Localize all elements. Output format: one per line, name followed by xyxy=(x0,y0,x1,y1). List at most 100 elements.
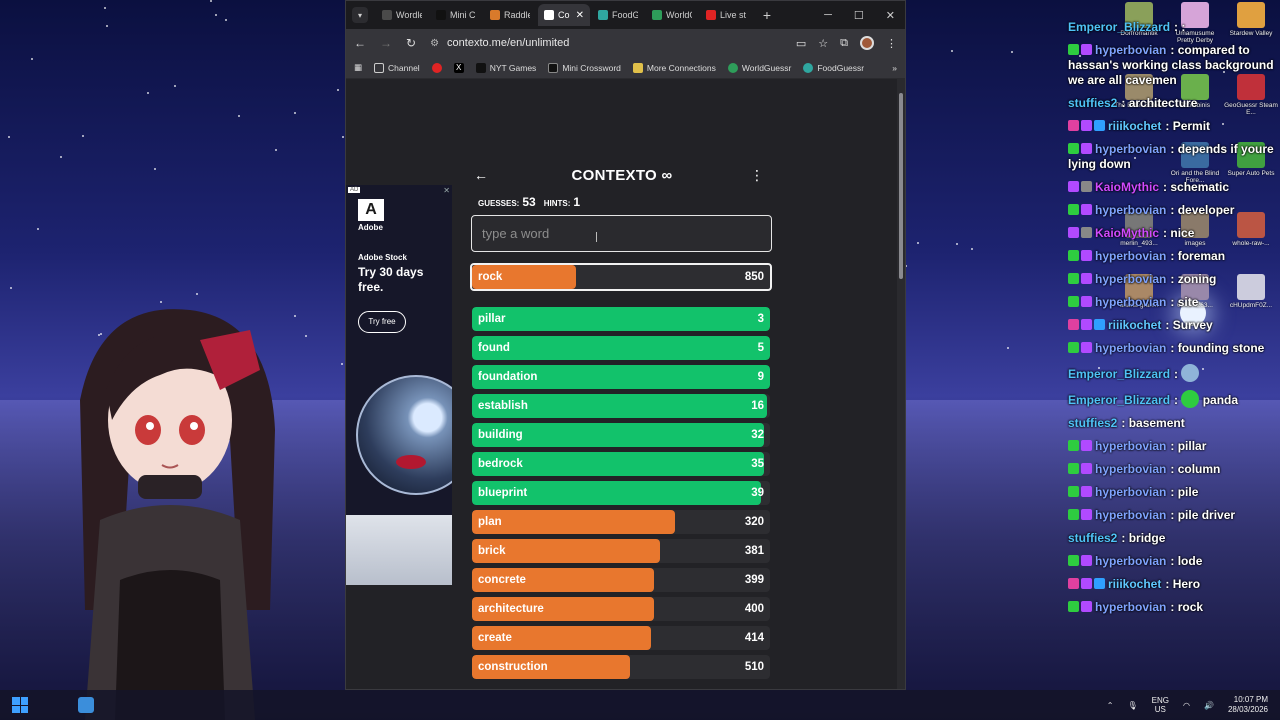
guess-word: establish xyxy=(478,400,528,412)
word-input[interactable] xyxy=(482,226,761,241)
chat-username[interactable]: KaioMythic xyxy=(1095,180,1159,194)
browser-tab[interactable]: FoodG xyxy=(592,4,644,26)
chat-username[interactable]: hyperbovian xyxy=(1095,485,1166,499)
game-stats: GUESSES: 53 HINTS: 1 xyxy=(478,195,580,209)
browser-tab[interactable]: Live st xyxy=(700,4,752,26)
windows-start-icon[interactable] xyxy=(12,697,28,713)
more-bookmarks-icon[interactable]: » xyxy=(892,63,897,73)
badge-icon xyxy=(1081,601,1092,612)
bookmark-label: Mini Crossword xyxy=(562,62,621,73)
chat-username[interactable]: hyperbovian xyxy=(1095,203,1166,217)
badge-icon xyxy=(1068,578,1079,589)
chat-username[interactable]: riiikochet xyxy=(1108,318,1161,332)
close-tab-icon[interactable]: ✕ xyxy=(576,10,584,21)
adobe-ad[interactable]: AD ✕ A Adobe Adobe Stock Try 30 days fre… xyxy=(346,185,452,585)
bookmark-item[interactable]: More Connections xyxy=(632,62,716,73)
chat-username[interactable]: hyperbovian xyxy=(1095,295,1166,309)
chat-message: hyperbovian: rock xyxy=(1068,600,1278,615)
browser-tab-active[interactable]: Co ✕ xyxy=(538,4,590,26)
ad-close-icon[interactable]: ✕ xyxy=(443,186,450,195)
page-scrollbar[interactable] xyxy=(897,79,905,689)
bookmark-star-icon[interactable]: ☆ xyxy=(818,37,828,50)
chat-username[interactable]: Emperor_Blizzard xyxy=(1068,367,1170,381)
guess-row: foundation 9 xyxy=(472,365,770,389)
star xyxy=(104,7,106,9)
star xyxy=(225,19,227,21)
guess-word: building xyxy=(478,429,523,441)
chat-username[interactable]: hyperbovian xyxy=(1095,341,1166,355)
game-menu-icon[interactable]: ⋮ xyxy=(750,167,764,184)
chat-username[interactable]: hyperbovian xyxy=(1095,508,1166,522)
close-window-icon[interactable]: ✕ xyxy=(886,9,895,22)
chat-username[interactable]: Emperor_Blizzard xyxy=(1068,20,1170,34)
ad-try-free-button[interactable]: Try free xyxy=(358,311,406,333)
chat-username[interactable]: hyperbovian xyxy=(1095,272,1166,286)
language-indicator[interactable]: ENG US xyxy=(1152,696,1169,714)
chat-username[interactable]: hyperbovian xyxy=(1095,142,1166,156)
chat-username[interactable]: stuffies2 xyxy=(1068,96,1117,110)
maximize-icon[interactable]: ☐ xyxy=(854,9,864,22)
chat-text: rock xyxy=(1177,600,1204,614)
chat-username[interactable]: hyperbovian xyxy=(1095,600,1166,614)
chat-message: hyperbovian: pillar xyxy=(1068,439,1278,454)
badge-icon xyxy=(1081,143,1092,154)
site-info-icon[interactable]: ⚙ xyxy=(430,38,439,49)
volume-icon[interactable]: 🔊 xyxy=(1204,701,1214,710)
chat-username[interactable]: KaioMythic xyxy=(1095,226,1159,240)
bookmark-item[interactable]: NYT Games xyxy=(475,62,536,73)
cast-icon[interactable]: ▭ xyxy=(796,37,806,50)
browser-menu-icon[interactable]: ⋮ xyxy=(886,37,897,50)
chat-username[interactable]: hyperbovian xyxy=(1095,249,1166,263)
browser-tab[interactable]: Mini C xyxy=(430,4,482,26)
browser-tab[interactable]: Raddle xyxy=(484,4,536,26)
bookmark-item[interactable]: Channel xyxy=(374,62,420,73)
browser-tab[interactable]: WorldG xyxy=(646,4,698,26)
guess-row: blueprint 39 xyxy=(472,481,770,505)
chat-username[interactable]: hyperbovian xyxy=(1095,462,1166,476)
bookmark-item[interactable] xyxy=(431,62,442,73)
extensions-icon[interactable]: ⧉ xyxy=(840,37,848,50)
minimize-icon[interactable]: ─ xyxy=(824,9,832,22)
chat-text: basement xyxy=(1128,416,1185,430)
bookmark-item[interactable]: Mini Crossword xyxy=(548,62,621,73)
chat-username[interactable]: riiikochet xyxy=(1108,577,1161,591)
word-input-box[interactable] xyxy=(471,215,772,252)
url-field[interactable]: ⚙ contexto.me/en/unlimited xyxy=(430,32,782,54)
scrollbar-thumb[interactable] xyxy=(899,93,903,279)
wifi-icon[interactable]: ◠ xyxy=(1183,701,1190,710)
bookmark-item[interactable]: WorldGuessr xyxy=(727,62,791,73)
chat-username[interactable]: stuffies2 xyxy=(1068,531,1117,545)
bookmarks-bar: ▦ Channel X NYT Games Mini Crossword Mor… xyxy=(346,57,905,79)
vtuber-avatar xyxy=(80,309,275,720)
new-tab-button[interactable]: + xyxy=(758,7,776,23)
badge-icon xyxy=(1094,120,1105,131)
tab-search-button[interactable]: ▾ xyxy=(352,7,368,23)
clock[interactable]: 10:07 PM 28/03/2026 xyxy=(1228,695,1268,715)
apps-grid-icon[interactable]: ▦ xyxy=(354,62,362,73)
tray-overflow-icon[interactable]: ⌃ xyxy=(1107,701,1114,710)
forward-icon[interactable]: → xyxy=(380,36,392,50)
chat-text: bridge xyxy=(1128,531,1166,545)
guess-rank: 399 xyxy=(744,574,764,586)
chat-username[interactable]: riiikochet xyxy=(1108,119,1161,133)
browser-tab[interactable]: Wordle xyxy=(376,4,428,26)
microphone-icon[interactable]: 🎙 xyxy=(1128,701,1138,710)
chat-username[interactable]: hyperbovian xyxy=(1095,554,1166,568)
url-text: contexto.me/en/unlimited xyxy=(447,37,570,49)
game-header: ← CONTEXTO ∞ ⋮ xyxy=(470,167,774,187)
chat-username[interactable]: stuffies2 xyxy=(1068,416,1117,430)
guess-row: building 32 xyxy=(472,423,770,447)
badge-icon xyxy=(1081,44,1092,55)
reload-icon[interactable]: ↻ xyxy=(406,36,416,50)
star xyxy=(305,335,307,337)
taskbar-app-icon[interactable] xyxy=(78,697,94,713)
chat-username[interactable]: hyperbovian xyxy=(1095,439,1166,453)
back-icon[interactable]: ← xyxy=(354,36,366,50)
chat-username[interactable]: Emperor_Blizzard xyxy=(1068,393,1170,407)
bookmark-item[interactable]: FoodGuessr xyxy=(803,62,864,73)
chat-text: Hero xyxy=(1172,577,1201,591)
bookmark-item[interactable]: X xyxy=(453,62,464,73)
chat-username[interactable]: hyperbovian xyxy=(1095,43,1166,57)
profile-avatar[interactable] xyxy=(860,36,874,50)
badge-icon xyxy=(1081,342,1092,353)
